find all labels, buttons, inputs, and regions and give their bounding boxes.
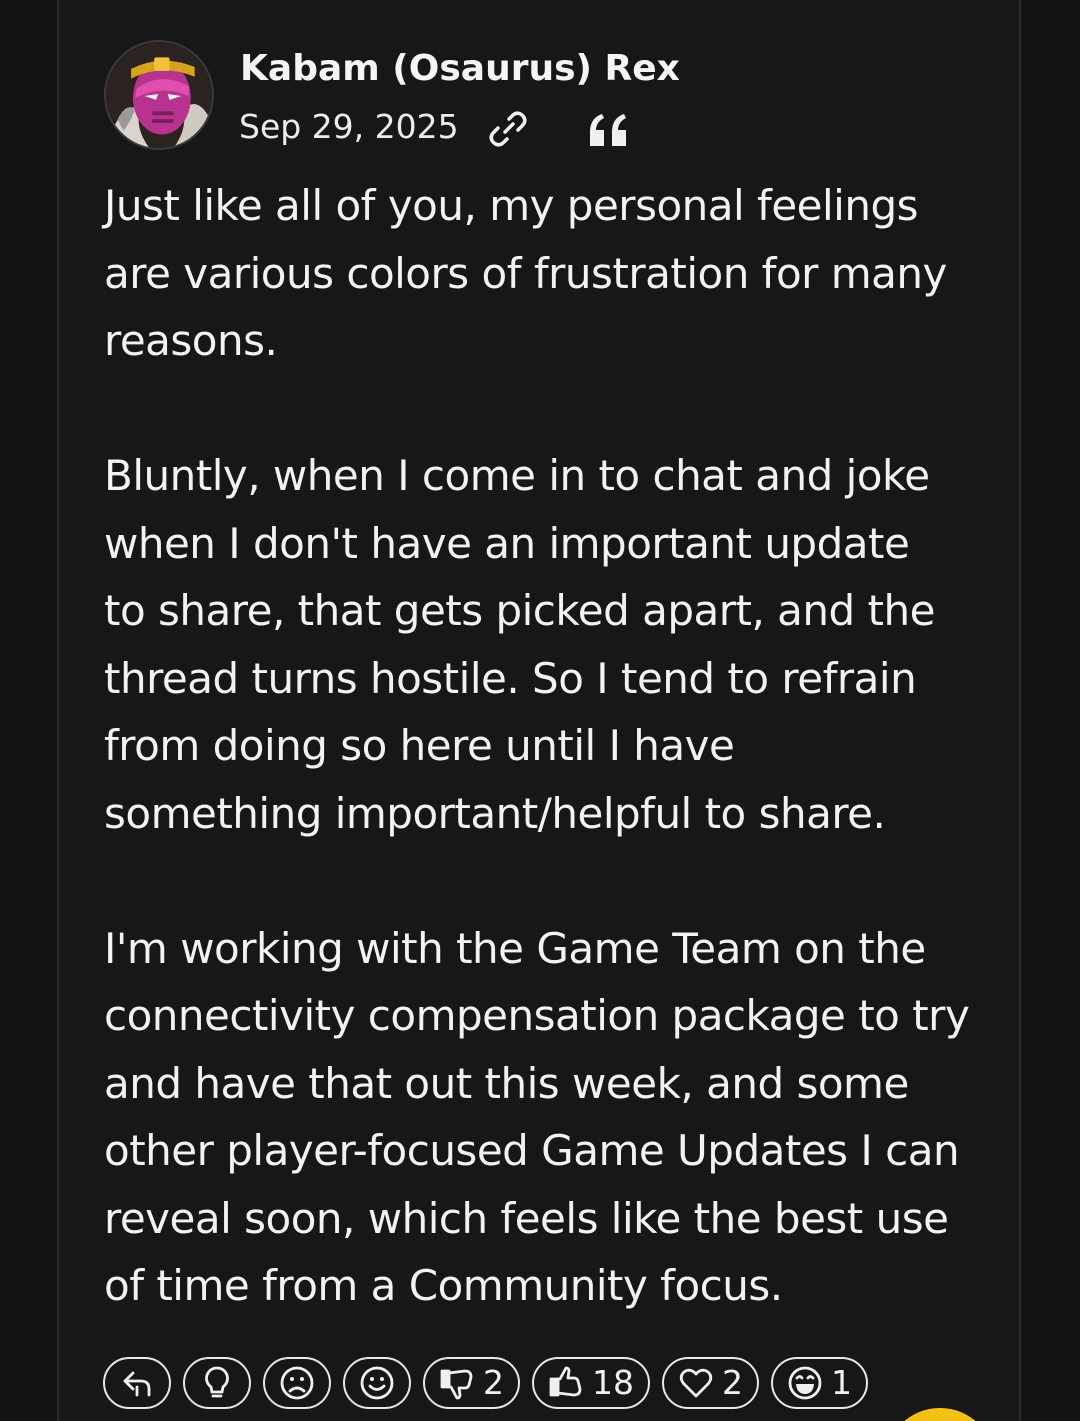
reaction-count: 2 (722, 1363, 743, 1402)
body-line: something important/helpful to share. (104, 788, 886, 838)
body-line: when I don't have an important update (104, 518, 910, 568)
smile-face-icon (360, 1366, 394, 1400)
body-line: to share, that gets picked apart, and th… (104, 586, 935, 635)
smile-reaction-button[interactable] (343, 1357, 411, 1409)
lightbulb-icon (205, 1366, 229, 1398)
body-line: I'm working with the Game Team on the (104, 923, 926, 973)
body-line: connectivity compensation package to try (104, 991, 970, 1040)
like-reaction-button[interactable]: 18 (532, 1357, 650, 1409)
love-reaction-button[interactable]: 2 (662, 1357, 759, 1409)
sad-reaction-button[interactable] (263, 1357, 331, 1409)
body-line: Just like all of you, my personal feelin… (104, 181, 919, 230)
author-name[interactable]: Kabam (Osaurus) Rex (240, 46, 680, 92)
paragraph-2: Bluntly, when I come in to chat and joke… (104, 442, 1004, 847)
villain-avatar-icon (106, 42, 212, 148)
laugh-reaction-button[interactable]: 1 (771, 1357, 868, 1409)
post-body: Just like all of you, my personal feelin… (104, 172, 1004, 1320)
reaction-count: 2 (483, 1363, 504, 1402)
body-line: reasons. (104, 316, 278, 365)
reaction-count: 1 (831, 1363, 852, 1402)
thumbs-up-icon (549, 1366, 582, 1397)
disagree-reaction-button[interactable]: 2 (423, 1357, 520, 1409)
paragraph-1: Just like all of you, my personal feelin… (104, 172, 1004, 375)
link-icon[interactable] (485, 108, 531, 150)
author-avatar[interactable] (104, 40, 214, 150)
thumbs-down-icon (440, 1369, 473, 1400)
heart-icon (679, 1368, 713, 1398)
reaction-bar: 2 18 2 1 (103, 1355, 868, 1411)
body-line: from doing so here until I have (104, 721, 735, 770)
body-line: reveal soon, which feels like the best u… (104, 1193, 949, 1243)
reaction-count: 18 (592, 1363, 634, 1402)
post-date[interactable]: Sep 29, 2025 (239, 106, 459, 148)
page: Kabam (Osaurus) Rex Sep 29, 2025 Just li… (0, 0, 1080, 1421)
body-line: Bluntly, when I come in to chat and joke (104, 451, 930, 500)
laugh-face-icon (788, 1366, 822, 1400)
quote-icon[interactable] (588, 112, 630, 148)
insightful-reaction-button[interactable] (183, 1357, 251, 1409)
body-line: and have that out this week, and some (104, 1058, 909, 1108)
body-line: of time from a Community focus. (104, 1261, 783, 1310)
body-line: thread turns hostile. So I tend to refra… (104, 653, 917, 703)
reply-reaction-button[interactable] (103, 1357, 171, 1409)
body-line: are various colors of frustration for ma… (104, 248, 947, 298)
reply-arrow-icon (123, 1371, 151, 1397)
sad-face-icon (280, 1366, 314, 1400)
body-line: other player-focused Game Updates I can (104, 1126, 960, 1175)
paragraph-3: I'm working with the Game Team on the co… (104, 915, 1004, 1320)
